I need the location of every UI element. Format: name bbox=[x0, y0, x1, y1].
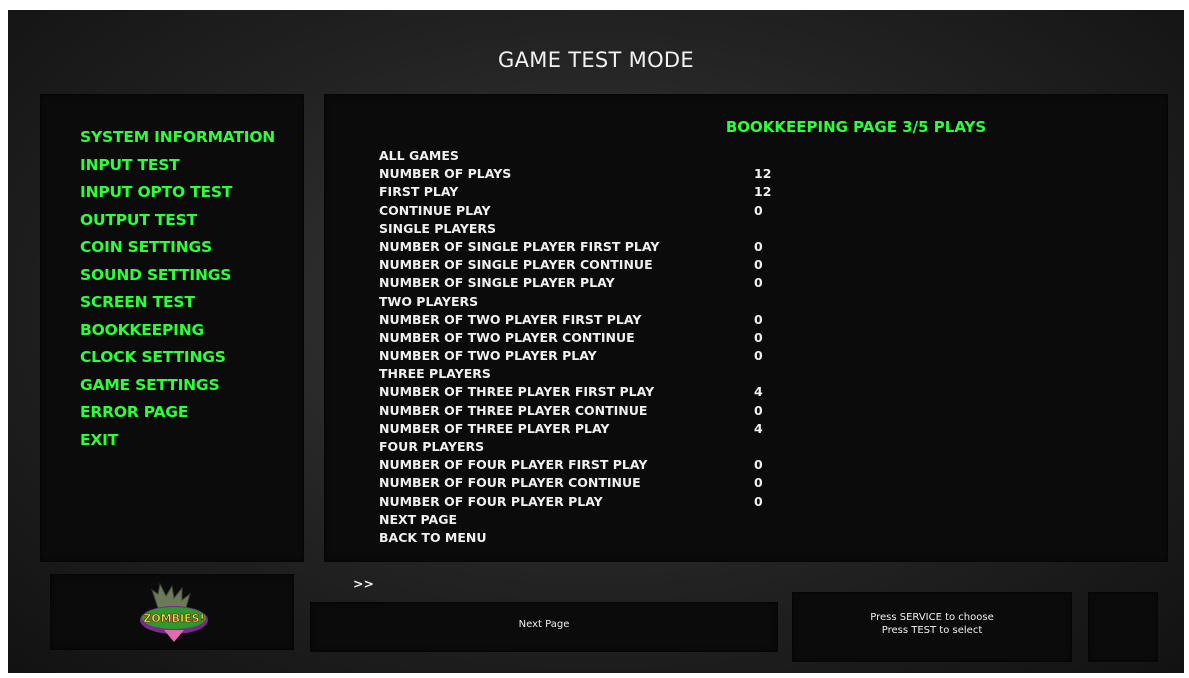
row-value: 12 bbox=[754, 184, 772, 200]
test-mode-screen: GAME TEST MODE SYSTEM INFORMATION INPUT … bbox=[8, 10, 1184, 673]
page-title: GAME TEST MODE bbox=[498, 48, 694, 72]
menu-panel: SYSTEM INFORMATION INPUT TEST INPUT OPTO… bbox=[40, 94, 304, 562]
row-label: NUMBER OF THREE PLAYER CONTINUE bbox=[379, 402, 648, 418]
row-label: SINGLE PLAYERS bbox=[379, 220, 497, 236]
bookkeeping-row: THREE PLAYERS bbox=[379, 365, 659, 383]
menu-item-screen-test[interactable]: SCREEN TEST bbox=[80, 289, 275, 317]
row-label: CONTINUE PLAY bbox=[379, 202, 491, 218]
page-heading: BOOKKEEPING PAGE 3/5 PLAYS bbox=[324, 118, 1168, 136]
status-panel bbox=[1088, 592, 1158, 662]
row-label: ALL GAMES bbox=[379, 148, 459, 163]
row-label: THREE PLAYERS bbox=[379, 366, 491, 382]
row-label: NUMBER OF TWO PLAYER FIRST PLAY bbox=[379, 311, 642, 327]
row-label: NUMBER OF SINGLE PLAYER CONTINUE bbox=[379, 257, 653, 273]
logo-text: ZOMBIES! bbox=[143, 612, 204, 625]
bookkeeping-row: FOUR PLAYERS bbox=[379, 438, 659, 456]
menu-item-coin-settings[interactable]: COIN SETTINGS bbox=[80, 234, 275, 262]
bookkeeping-row: NUMBER OF THREE PLAYER FIRST PLAY 4 bbox=[379, 383, 763, 401]
bookkeeping-row: NUMBER OF PLAYS 12 bbox=[379, 165, 771, 183]
row-value: 0 bbox=[754, 329, 763, 345]
row-label: FOUR PLAYERS bbox=[379, 439, 485, 454]
bookkeeping-row: NUMBER OF TWO PLAYER FIRST PLAY 0 bbox=[379, 311, 763, 329]
row-value: 0 bbox=[754, 257, 763, 273]
bookkeeping-row: NUMBER OF FOUR PLAYER PLAY 0 bbox=[379, 493, 763, 511]
row-value: 4 bbox=[754, 384, 763, 400]
menu-item-game-settings[interactable]: GAME SETTINGS bbox=[80, 372, 275, 400]
row-label: NUMBER OF THREE PLAYER FIRST PLAY bbox=[379, 384, 655, 400]
row-label: NUMBER OF SINGLE PLAYER PLAY bbox=[379, 275, 615, 291]
row-value: 0 bbox=[754, 275, 763, 291]
instruction-service: Press SERVICE to choose bbox=[870, 612, 994, 623]
bookkeeping-row: TWO PLAYERS bbox=[379, 293, 659, 311]
menu-option-next-page[interactable]: NEXT PAGE bbox=[379, 511, 659, 529]
bookkeeping-row: NUMBER OF SINGLE PLAYER PLAY 0 bbox=[379, 274, 763, 292]
instructions-panel: Press SERVICE to choose Press TEST to se… bbox=[792, 592, 1072, 662]
bookkeeping-list: >> ALL GAMES NUMBER OF PLAYS 12 FIRST PLAY 1… bbox=[353, 147, 771, 591]
menu-item-output-test[interactable]: OUTPUT TEST bbox=[80, 207, 275, 235]
zombies-logo-icon: ZOMBIES! bbox=[140, 582, 208, 642]
row-value: 0 bbox=[754, 311, 763, 327]
bookkeeping-row: NUMBER OF SINGLE PLAYER FIRST PLAY 0 bbox=[379, 238, 763, 256]
row-label: NUMBER OF FOUR PLAYER FIRST PLAY bbox=[379, 457, 648, 473]
bookkeeping-row: SINGLE PLAYERS bbox=[379, 220, 659, 238]
row-value: 12 bbox=[754, 166, 772, 182]
row-label: NUMBER OF TWO PLAYER PLAY bbox=[379, 348, 597, 364]
bookkeeping-row: NUMBER OF TWO PLAYER CONTINUE 0 bbox=[379, 329, 763, 347]
menu-item-input-test[interactable]: INPUT TEST bbox=[80, 152, 275, 180]
row-value: 4 bbox=[754, 420, 763, 436]
logo-panel: ZOMBIES! bbox=[50, 574, 294, 650]
bookkeeping-row: NUMBER OF THREE PLAYER PLAY 4 bbox=[379, 420, 763, 438]
row-label: NUMBER OF FOUR PLAYER PLAY bbox=[379, 493, 603, 509]
row-label: NUMBER OF PLAYS bbox=[379, 166, 512, 182]
bookkeeping-row: FIRST PLAY 12 bbox=[379, 183, 771, 201]
row-label: TWO PLAYERS bbox=[379, 293, 479, 309]
page-heading-text: BOOKKEEPING PAGE 3/5 PLAYS bbox=[725, 118, 987, 136]
menu-item-clock-settings[interactable]: CLOCK SETTINGS bbox=[80, 344, 275, 372]
row-label: NUMBER OF FOUR PLAYER CONTINUE bbox=[379, 475, 641, 491]
row-value: 0 bbox=[754, 238, 763, 254]
hint-text: Next Page bbox=[518, 619, 570, 630]
row-label: BACK TO MENU bbox=[379, 529, 487, 545]
bookkeeping-row: NUMBER OF TWO PLAYER PLAY 0 bbox=[379, 347, 763, 365]
instruction-test: Press TEST to select bbox=[881, 625, 983, 636]
row-label: FIRST PLAY bbox=[379, 184, 459, 200]
selection-cursor: >> bbox=[353, 576, 374, 591]
menu-item-exit[interactable]: EXIT bbox=[80, 427, 275, 455]
menu-item-sound-settings[interactable]: SOUND SETTINGS bbox=[80, 262, 275, 290]
menu-item-input-opto-test[interactable]: INPUT OPTO TEST bbox=[80, 179, 275, 207]
row-label: NUMBER OF THREE PLAYER PLAY bbox=[379, 420, 610, 436]
hint-panel: Next Page bbox=[310, 602, 778, 652]
row-value: 0 bbox=[754, 402, 763, 418]
bookkeeping-row: NUMBER OF THREE PLAYER CONTINUE 0 bbox=[379, 402, 763, 420]
content-panel: BOOKKEEPING PAGE 3/5 PLAYS >> ALL GAMES N… bbox=[324, 94, 1168, 591]
row-value: 0 bbox=[754, 348, 763, 364]
menu-option-back-to-menu[interactable]: BACK TO MENU bbox=[379, 529, 659, 547]
menu-item-error-page[interactable]: ERROR PAGE bbox=[80, 399, 275, 427]
menu-item-bookkeeping[interactable]: BOOKKEEPING bbox=[80, 317, 275, 345]
row-label: NUMBER OF TWO PLAYER CONTINUE bbox=[379, 329, 635, 345]
bookkeeping-row: NUMBER OF FOUR PLAYER FIRST PLAY 0 bbox=[379, 456, 763, 474]
bookkeeping-row: NUMBER OF SINGLE PLAYER CONTINUE 0 bbox=[379, 256, 763, 274]
bookkeeping-row: CONTINUE PLAY 0 bbox=[379, 202, 763, 220]
row-value: 0 bbox=[754, 475, 763, 491]
row-value: 0 bbox=[754, 202, 763, 218]
bookkeeping-row: ALL GAMES bbox=[379, 147, 659, 165]
row-value: 0 bbox=[754, 493, 763, 509]
menu-item-system-information[interactable]: SYSTEM INFORMATION bbox=[80, 124, 275, 152]
bookkeeping-row: NUMBER OF FOUR PLAYER CONTINUE 0 bbox=[379, 474, 763, 492]
row-label: NEXT PAGE bbox=[379, 511, 458, 527]
row-label: NUMBER OF SINGLE PLAYER FIRST PLAY bbox=[379, 238, 660, 254]
menu-list: SYSTEM INFORMATION INPUT TEST INPUT OPTO… bbox=[80, 124, 275, 454]
row-value: 0 bbox=[754, 457, 763, 473]
